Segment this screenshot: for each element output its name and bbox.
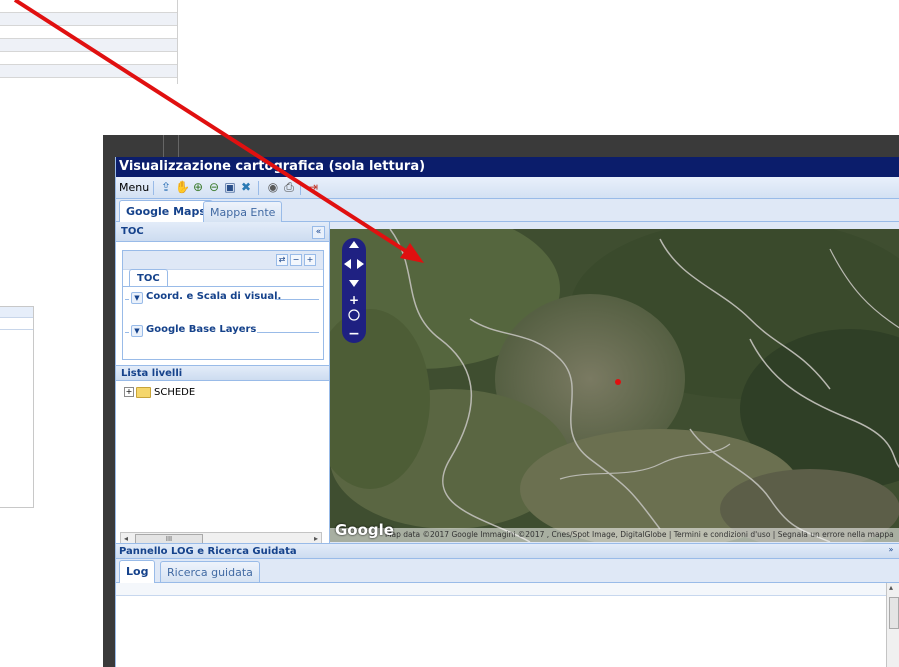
annotation-arrow (13, 0, 424, 263)
